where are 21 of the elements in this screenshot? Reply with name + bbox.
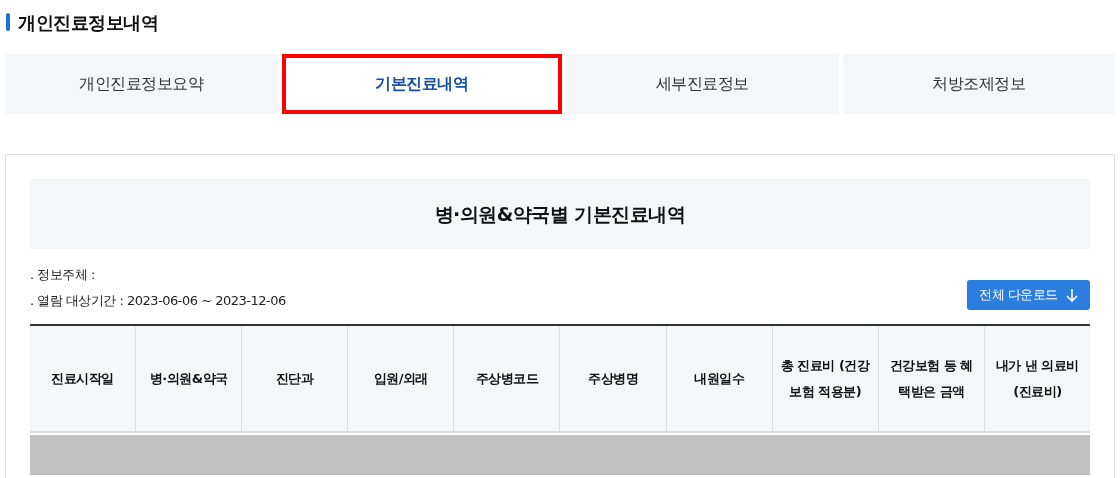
column-header: 내가 낸 의료비 (진료비) <box>983 326 1090 431</box>
column-header: 주상병코드 <box>453 326 560 431</box>
column-header: 주상병명 <box>559 326 666 431</box>
tab[interactable]: 세부진료정보 <box>566 54 839 114</box>
tab[interactable]: 처방조제정보 <box>842 54 1115 114</box>
column-header: 진단과 <box>241 326 348 431</box>
info-line: . 정보주체 : <box>30 266 96 284</box>
column-header: 진료시작일 <box>30 326 136 431</box>
section-heading: 병·의원&약국별 기본진료내역 <box>434 201 686 227</box>
column-header: 건강보험 등 혜택받은 금액 <box>877 326 984 431</box>
download-all-button[interactable]: 전체 다운로드 <box>967 280 1090 310</box>
page-title: 개인진료정보내역 <box>18 10 158 35</box>
tab[interactable]: 기본진료내역 <box>281 54 562 114</box>
column-header: 병·의원&약국 <box>135 326 242 431</box>
column-header: 총 진료비 (건강보험 적용분) <box>771 326 878 431</box>
column-header: 입원/외래 <box>347 326 454 431</box>
title-accent-bar <box>6 13 10 31</box>
info-line: . 열람 대상기간 : 2023-06-06 ~ 2023-12-06 <box>30 291 286 310</box>
column-header: 내원일수 <box>665 326 772 431</box>
download-arrow-icon <box>1066 288 1078 302</box>
tab[interactable]: 개인진료정보요약 <box>5 54 278 114</box>
